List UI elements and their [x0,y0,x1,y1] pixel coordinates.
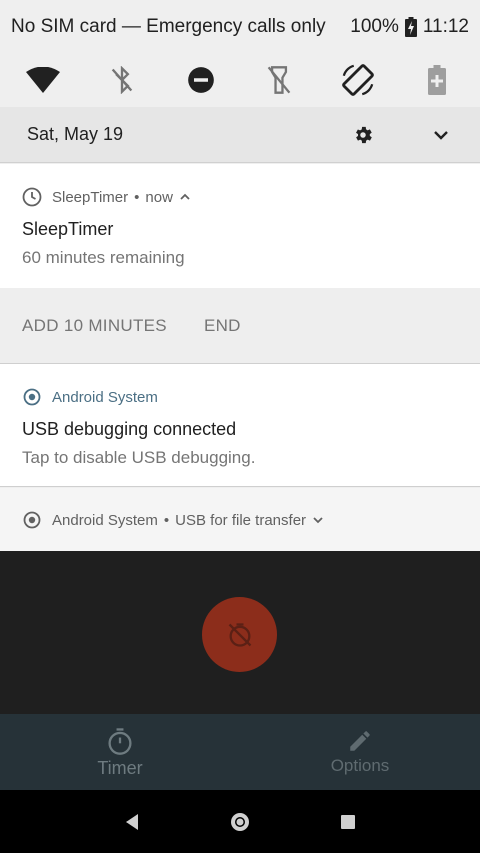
tab-options[interactable]: Options [240,714,480,790]
notification-title: SleepTimer [22,219,114,239]
notification-header: SleepTimer • now [22,187,480,207]
notification-text: Tap to disable USB debugging. [22,448,256,467]
chevron-up-icon[interactable] [179,192,191,202]
bluetooth-off-icon [111,66,133,94]
status-bar: No SIM card — Emergency calls only 100% … [0,0,480,54]
expand-button[interactable] [429,123,453,147]
tab-timer-label: Timer [97,757,143,778]
add-10-minutes-button[interactable]: ADD 10 MINUTES [22,316,167,336]
android-system-icon [23,388,41,406]
clock-icon [22,187,42,207]
notification-time: now [145,188,173,206]
bluetooth-tile[interactable] [105,63,139,97]
stopwatch-icon [108,727,132,755]
wifi-tile[interactable] [26,63,60,97]
gear-icon [356,126,372,143]
timer-off-fab[interactable] [202,597,277,672]
back-icon[interactable] [124,813,140,831]
android-system-icon [23,511,41,529]
notification-actions: ADD 10 MINUTES END [0,288,480,364]
battery-saver-icon [427,65,446,95]
settings-button[interactable] [351,123,375,147]
wifi-icon [26,67,60,93]
chevron-down-icon [434,130,448,140]
recents-icon[interactable] [340,814,356,830]
battery-charging-icon [404,17,417,37]
notification-header: Android System [22,387,480,407]
tab-options-label: Options [330,756,390,775]
clock: 11:12 [422,16,469,37]
dnd-tile[interactable] [184,63,218,97]
carrier-text: No SIM card — Emergency calls only [11,16,326,37]
usb-file-transfer-notification[interactable]: Android System • USB for file transfer [0,488,480,551]
auto-rotate-tile[interactable] [341,63,375,97]
pencil-icon [350,731,370,751]
quick-settings-row [0,54,480,106]
separator-dot: • [163,511,170,529]
tab-timer[interactable]: Timer [0,714,240,790]
battery-percent: 100% [350,16,399,37]
notification-shade: No SIM card — Emergency calls only 100% … [0,0,480,551]
bottom-navigation: Timer Options [0,714,480,790]
flashlight-tile[interactable] [262,63,296,97]
date-label: Sat, May 19 [27,124,124,144]
chevron-down-icon[interactable] [312,515,324,525]
notification-app-name: Android System [52,511,158,529]
end-button[interactable]: END [204,316,241,336]
notification-app-name: SleepTimer [52,188,129,206]
notification-summary: USB for file transfer [175,511,307,529]
usb-debugging-notification[interactable]: Android System USB debugging connected T… [0,364,480,487]
date-settings-row: Sat, May 19 [0,107,480,163]
separator-dot: • [134,188,140,206]
timer-off-icon [228,622,251,647]
do-not-disturb-icon [187,67,214,93]
notification-title: USB debugging connected [22,419,237,439]
battery-saver-tile[interactable] [420,63,454,97]
auto-rotate-icon [342,64,375,96]
sleeptimer-notification[interactable]: SleepTimer • now SleepTimer 60 minutes r… [0,164,480,288]
flashlight-off-icon [268,66,291,94]
notification-text: 60 minutes remaining [22,248,185,267]
notification-app-name: Android System [52,388,158,406]
system-navigation-bar [0,790,480,853]
notification-header: Android System • USB for file transfer [22,510,480,530]
home-icon[interactable] [229,811,251,833]
